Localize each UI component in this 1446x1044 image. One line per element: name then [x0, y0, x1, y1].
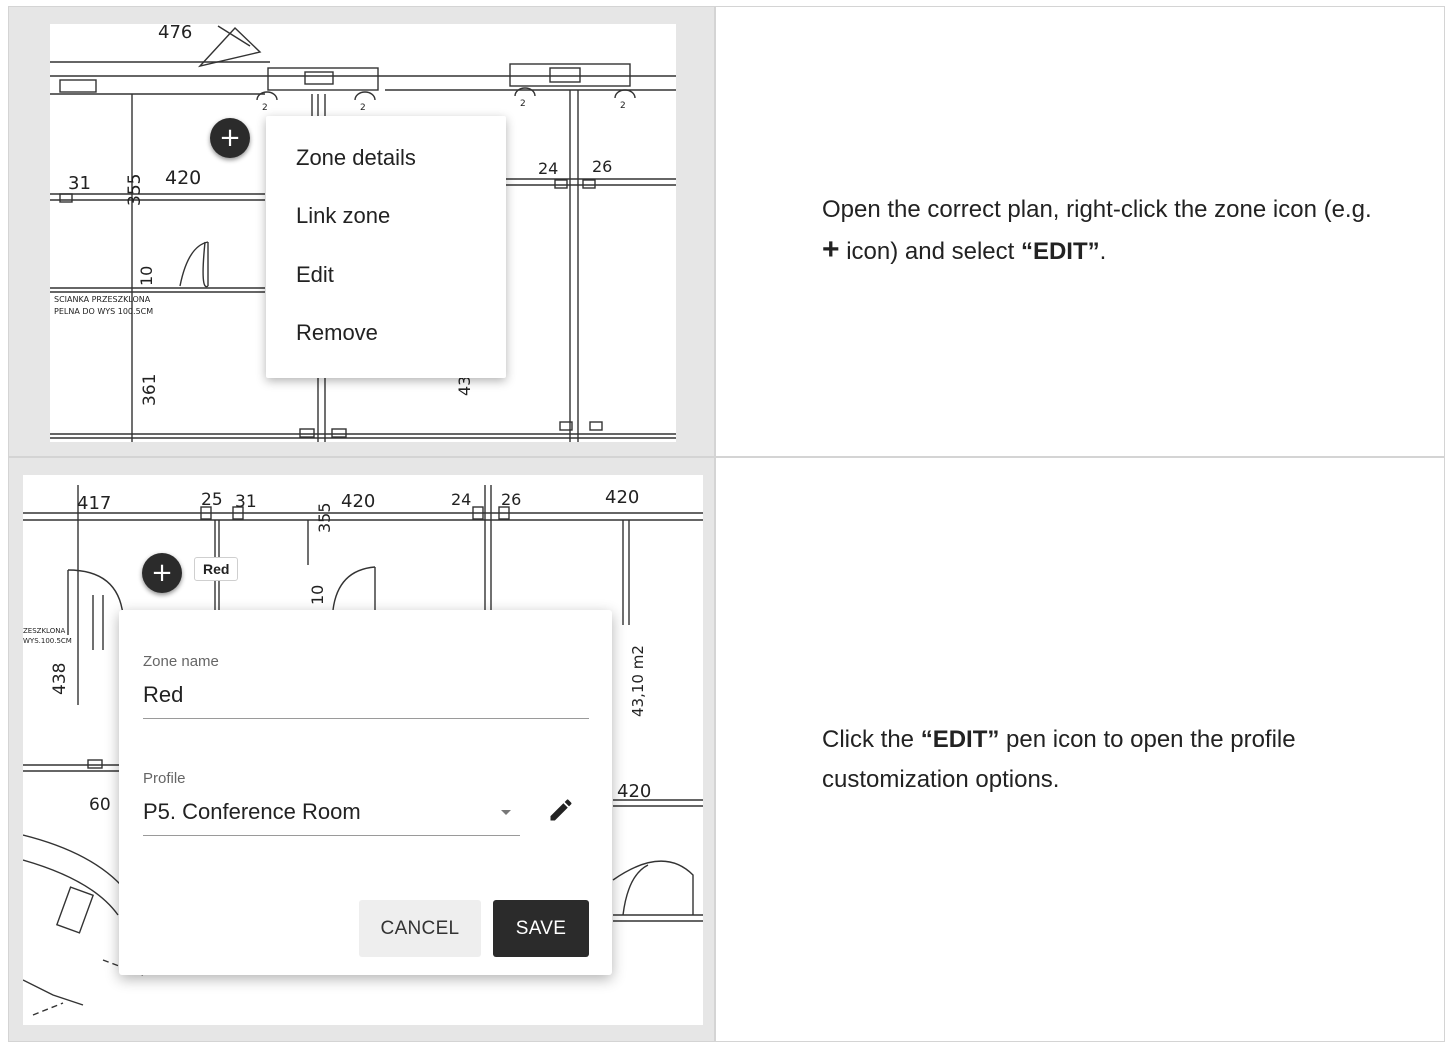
step2-screenshot: 417 25 31 355 420 24 26 420 10 438 43,10… — [23, 475, 703, 1025]
cancel-button[interactable]: CANCEL — [359, 900, 481, 957]
plus-icon: + — [151, 558, 173, 588]
zone-add-button[interactable]: + — [210, 118, 250, 158]
plan-label: 31 — [68, 173, 91, 194]
menu-item-zone-details[interactable]: Zone details — [296, 145, 416, 171]
plan-label: 2 — [620, 101, 626, 111]
plan-label: 43,10 m2 — [629, 645, 647, 717]
menu-item-remove[interactable]: Remove — [296, 320, 378, 346]
pencil-icon[interactable] — [547, 796, 575, 824]
profile-label: Profile — [143, 770, 186, 787]
instruction-text: . — [1099, 238, 1107, 265]
zone-name-underline — [143, 718, 589, 719]
instruction-emphasis: “EDIT” — [920, 726, 1000, 753]
step1-screenshot: 476 31 420 355 24 26 10 361 43 SCIANKA P… — [50, 24, 676, 442]
plan-label: 438 — [50, 663, 70, 695]
plan-label: 355 — [125, 174, 145, 206]
plan-label: 420 — [341, 491, 375, 512]
plan-label: 24 — [538, 159, 558, 178]
plan-label: 26 — [501, 490, 521, 509]
plan-label: 26 — [592, 157, 612, 176]
plan-label: 2 — [262, 103, 268, 113]
zone-name-field[interactable]: Red — [143, 682, 183, 708]
step2-instruction: Click the “EDIT” pen icon to open the pr… — [822, 720, 1402, 800]
instruction-text: icon) and select — [839, 238, 1021, 265]
edit-zone-dialog: Zone name Red Profile P5. Conference Roo… — [119, 610, 612, 975]
plus-icon: + — [822, 233, 840, 266]
plan-label: ZESZKLONA — [23, 627, 65, 635]
plan-label: 25 — [201, 490, 223, 510]
plan-label: 420 — [605, 487, 639, 508]
plan-label: 31 — [235, 492, 257, 512]
plan-label: 476 — [158, 24, 192, 43]
plan-label: WYS.100.5CM — [23, 637, 72, 645]
plan-label: SCIANKA PRZESZKLONA — [54, 295, 151, 304]
context-menu: Zone details Link zone Edit Remove — [266, 116, 506, 378]
zone-tag: Red — [194, 557, 239, 581]
profile-underline — [143, 835, 520, 836]
plan-label: PELNA DO WYS 100.5CM — [54, 307, 153, 316]
column-divider — [714, 6, 716, 1042]
plan-label: 10 — [308, 585, 327, 605]
menu-item-edit[interactable]: Edit — [296, 262, 334, 288]
zone-add-button[interactable]: + — [142, 553, 182, 593]
plan-label: 417 — [77, 493, 111, 514]
caret-down-icon[interactable] — [499, 807, 513, 817]
plan-label: 2 — [360, 103, 366, 113]
plan-label: 420 — [165, 167, 201, 189]
instruction-emphasis: “EDIT” — [1020, 238, 1100, 265]
plan-label: 361 — [140, 374, 160, 406]
instruction-text: Click the — [822, 726, 921, 753]
instruction-text: Open the correct plan, right-click the z… — [822, 196, 1372, 223]
plan-label: 10 — [137, 266, 156, 286]
plan-label: 60 — [89, 795, 111, 815]
save-button[interactable]: SAVE — [493, 900, 589, 957]
zone-name-label: Zone name — [143, 653, 219, 670]
step1-instruction: Open the correct plan, right-click the z… — [822, 190, 1382, 272]
plan-label: 43 — [455, 376, 474, 396]
plus-icon: + — [219, 123, 241, 153]
plan-label: 355 — [315, 502, 334, 533]
plan-label: 24 — [451, 490, 471, 509]
plan-label: 420 — [617, 781, 651, 802]
plan-label: 2 — [520, 99, 526, 109]
menu-item-link-zone[interactable]: Link zone — [296, 203, 390, 229]
profile-select[interactable]: P5. Conference Room — [143, 799, 361, 825]
